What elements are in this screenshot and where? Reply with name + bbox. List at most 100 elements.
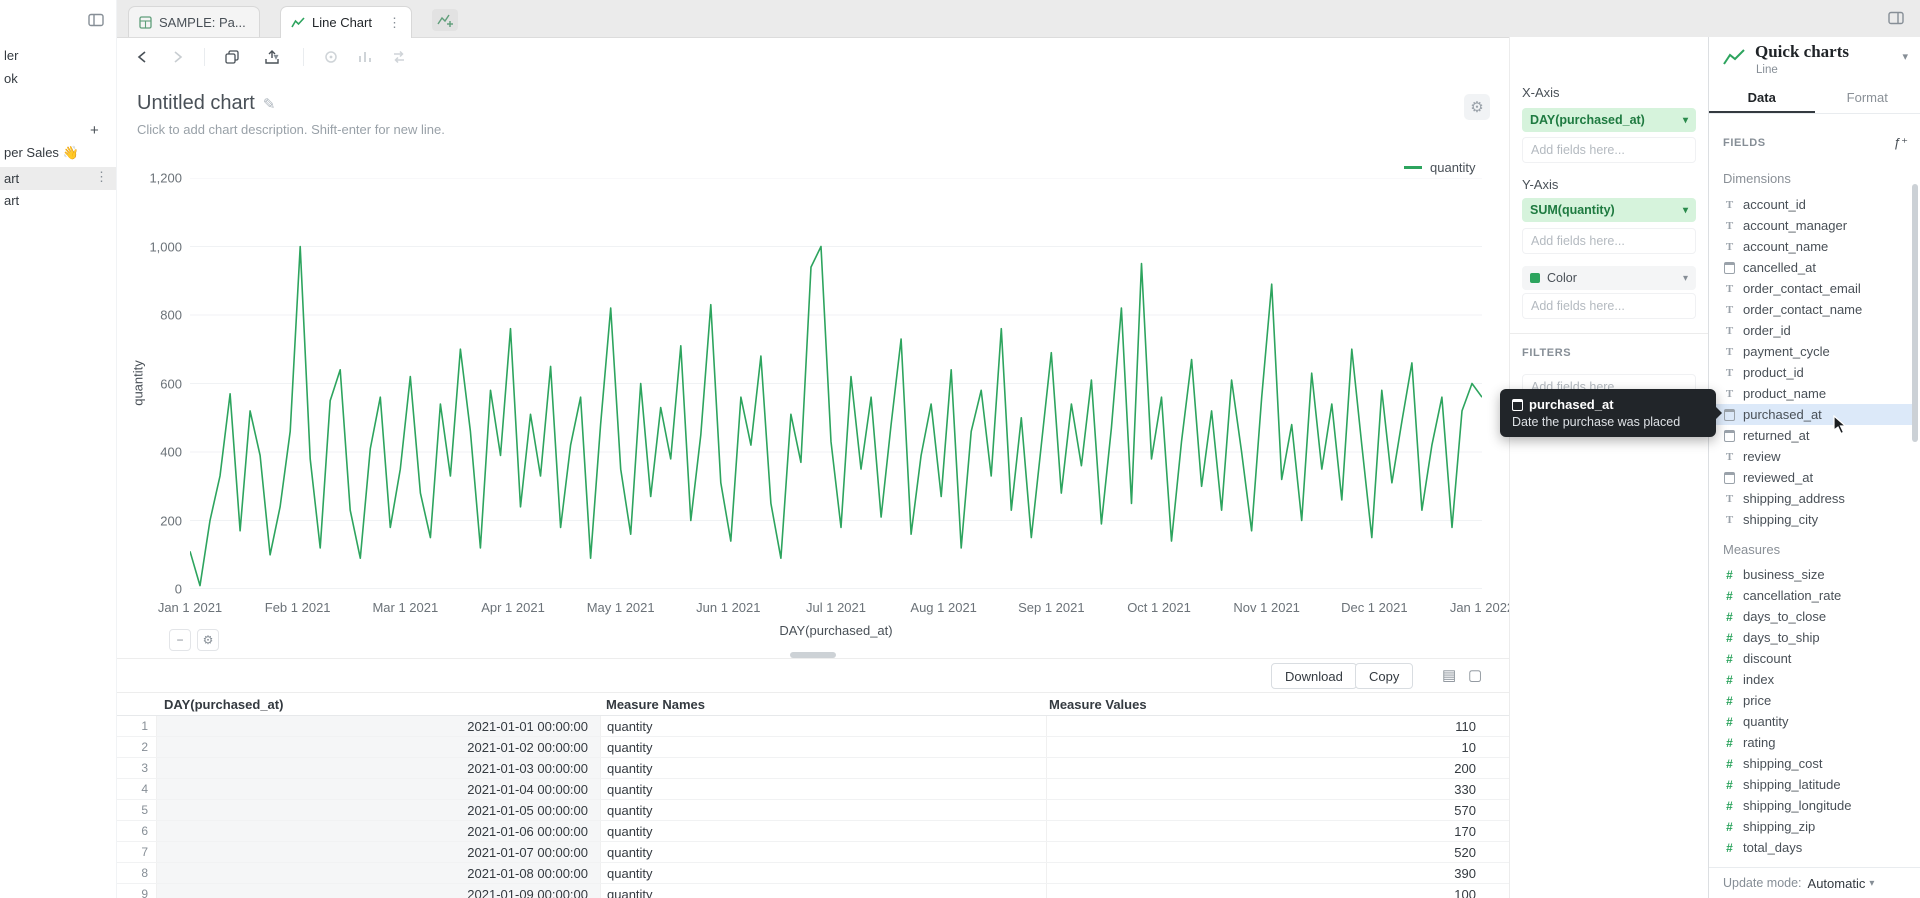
- chart-options-gear-icon[interactable]: ⚙: [197, 629, 219, 651]
- field-item-shipping_zip[interactable]: #shipping_zip: [1709, 816, 1913, 837]
- color-section-toggle[interactable]: Color ▾: [1522, 266, 1696, 290]
- field-item-days_to_close[interactable]: #days_to_close: [1709, 606, 1913, 627]
- field-item-business_size[interactable]: #business_size: [1709, 564, 1913, 585]
- x-axis-add-fields-dropzone[interactable]: Add fields here...: [1522, 137, 1696, 163]
- field-item-reviewed_at[interactable]: reviewed_at: [1709, 467, 1913, 488]
- table-row[interactable]: 12021-01-01 00:00:00quantity110: [116, 716, 1509, 737]
- field-item-cancellation_rate[interactable]: #cancellation_rate: [1709, 585, 1913, 606]
- duplicate-icon[interactable]: [221, 46, 243, 68]
- color-label: Color: [1547, 271, 1577, 285]
- tooltip-title-text: purchased_at: [1529, 397, 1614, 412]
- table-row[interactable]: 72021-01-07 00:00:00quantity520: [116, 842, 1509, 863]
- field-item-price[interactable]: #price: [1709, 690, 1913, 711]
- chevron-down-icon[interactable]: ▾: [1902, 50, 1908, 63]
- y-axis-field-pill[interactable]: SUM(quantity)▾: [1522, 198, 1696, 222]
- export-icon[interactable]: ▾: [255, 46, 287, 68]
- x-tick-label: Jul 1 2021: [806, 600, 866, 615]
- panel-tabs: Data Format: [1709, 83, 1920, 114]
- column-header-date[interactable]: DAY(purchased_at): [156, 697, 600, 712]
- line-chart-plot[interactable]: [190, 178, 1482, 589]
- new-chart-tab-button[interactable]: [432, 9, 458, 31]
- crosshair-icon[interactable]: [320, 46, 342, 68]
- field-item-product_id[interactable]: Tproduct_id: [1709, 362, 1913, 383]
- field-label: account_id: [1743, 197, 1806, 212]
- table-view-toggle-icon[interactable]: ▤: [1442, 666, 1456, 684]
- swap-axes-icon[interactable]: [388, 46, 410, 68]
- column-header-measure-values[interactable]: Measure Values: [1046, 697, 1483, 712]
- chevron-down-icon: ▾: [273, 52, 278, 63]
- field-item-quantity[interactable]: #quantity: [1709, 711, 1913, 732]
- color-add-fields-dropzone[interactable]: Add fields here...: [1522, 293, 1696, 319]
- zoom-out-icon[interactable]: −: [169, 629, 191, 651]
- chevron-down-icon: ▾: [1683, 273, 1688, 284]
- vertical-scrollbar[interactable]: [1912, 184, 1918, 442]
- tab-line-chart[interactable]: Line Chart ⋮: [280, 6, 412, 38]
- field-item-cancelled_at[interactable]: cancelled_at: [1709, 257, 1913, 278]
- field-item-shipping_cost[interactable]: #shipping_cost: [1709, 753, 1913, 774]
- field-label: shipping_latitude: [1743, 777, 1841, 792]
- sidebar-collapse-icon[interactable]: [86, 10, 106, 30]
- row-number: 2: [116, 737, 156, 757]
- field-item-account_id[interactable]: Taccount_id: [1709, 194, 1913, 215]
- sidebar-item[interactable]: per Sales 👋: [4, 145, 79, 161]
- cell-date: 2021-01-05 00:00:00: [156, 800, 600, 820]
- copy-button[interactable]: Copy: [1355, 663, 1413, 689]
- chart-description-placeholder[interactable]: Click to add chart description. Shift-en…: [137, 122, 445, 137]
- sidebar-item[interactable]: art: [4, 193, 19, 208]
- tab-data[interactable]: Data: [1709, 83, 1815, 113]
- update-mode-dropdown[interactable]: Automatic▾: [1808, 876, 1875, 891]
- field-item-total_days[interactable]: #total_days: [1709, 837, 1913, 858]
- tab-format[interactable]: Format: [1815, 83, 1920, 113]
- chart-legend[interactable]: quantity: [1404, 160, 1476, 175]
- edit-pencil-icon[interactable]: ✎: [263, 96, 276, 113]
- field-item-days_to_ship[interactable]: #days_to_ship: [1709, 627, 1913, 648]
- field-item-shipping_address[interactable]: Tshipping_address: [1709, 488, 1913, 509]
- chart-settings-gear-icon[interactable]: ⚙: [1464, 94, 1490, 120]
- text-field-icon: T: [1723, 388, 1736, 400]
- table-row[interactable]: 62021-01-06 00:00:00quantity170: [116, 821, 1509, 842]
- right-panel-toggle-icon[interactable]: [1886, 8, 1906, 28]
- field-item-index[interactable]: #index: [1709, 669, 1913, 690]
- table-row[interactable]: 32021-01-03 00:00:00quantity200: [116, 758, 1509, 779]
- field-item-rating[interactable]: #rating: [1709, 732, 1913, 753]
- field-item-shipping_longitude[interactable]: #shipping_longitude: [1709, 795, 1913, 816]
- cell-measure-name: quantity: [600, 737, 1046, 757]
- sidebar-item[interactable]: ok: [4, 71, 18, 86]
- table-row[interactable]: 42021-01-04 00:00:00quantity330: [116, 779, 1509, 800]
- table-row[interactable]: 92021-01-09 00:00:00quantity100: [116, 884, 1509, 898]
- table-row[interactable]: 52021-01-05 00:00:00quantity570: [116, 800, 1509, 821]
- chevron-down-icon: ▾: [1683, 205, 1688, 216]
- field-item-shipping_city[interactable]: Tshipping_city: [1709, 509, 1913, 530]
- sort-columns-icon[interactable]: [354, 46, 376, 68]
- kebab-menu-icon[interactable]: ⋮: [95, 169, 108, 185]
- sidebar-add-button[interactable]: +: [90, 122, 99, 139]
- field-item-shipping_latitude[interactable]: #shipping_latitude: [1709, 774, 1913, 795]
- field-item-account_name[interactable]: Taccount_name: [1709, 236, 1913, 257]
- measure-icon: #: [1723, 568, 1736, 582]
- field-item-order_contact_name[interactable]: Torder_contact_name: [1709, 299, 1913, 320]
- tab-menu-icon[interactable]: ⋮: [388, 15, 401, 31]
- field-item-review[interactable]: Treview: [1709, 446, 1913, 467]
- y-axis-add-fields-dropzone[interactable]: Add fields here...: [1522, 228, 1696, 254]
- table-row[interactable]: 82021-01-08 00:00:00quantity390: [116, 863, 1509, 884]
- field-item-order_id[interactable]: Torder_id: [1709, 320, 1913, 341]
- field-item-payment_cycle[interactable]: Tpayment_cycle: [1709, 341, 1913, 362]
- tab-dataset[interactable]: SAMPLE: Pa...: [128, 6, 260, 37]
- download-button[interactable]: Download: [1271, 663, 1357, 689]
- field-item-order_contact_email[interactable]: Torder_contact_email: [1709, 278, 1913, 299]
- cell-measure-name: quantity: [600, 758, 1046, 778]
- add-calculation-icon[interactable]: ƒ⁺: [1894, 135, 1908, 151]
- field-item-purchased_at[interactable]: purchased_at: [1709, 404, 1913, 425]
- field-item-discount[interactable]: #discount: [1709, 648, 1913, 669]
- field-item-account_manager[interactable]: Taccount_manager: [1709, 215, 1913, 236]
- x-tick-label: Feb 1 2021: [265, 600, 331, 615]
- measure-icon: #: [1723, 757, 1736, 771]
- field-item-product_name[interactable]: Tproduct_name: [1709, 383, 1913, 404]
- expand-view-toggle-icon[interactable]: ▢: [1468, 666, 1482, 684]
- sidebar-item[interactable]: ler: [4, 48, 18, 63]
- table-row[interactable]: 22021-01-02 00:00:00quantity10: [116, 737, 1509, 758]
- x-axis-field-pill[interactable]: DAY(purchased_at)▾: [1522, 108, 1696, 132]
- field-item-returned_at[interactable]: returned_at: [1709, 425, 1913, 446]
- column-header-measure-names[interactable]: Measure Names: [600, 697, 1046, 712]
- field-label: cancelled_at: [1743, 260, 1816, 275]
